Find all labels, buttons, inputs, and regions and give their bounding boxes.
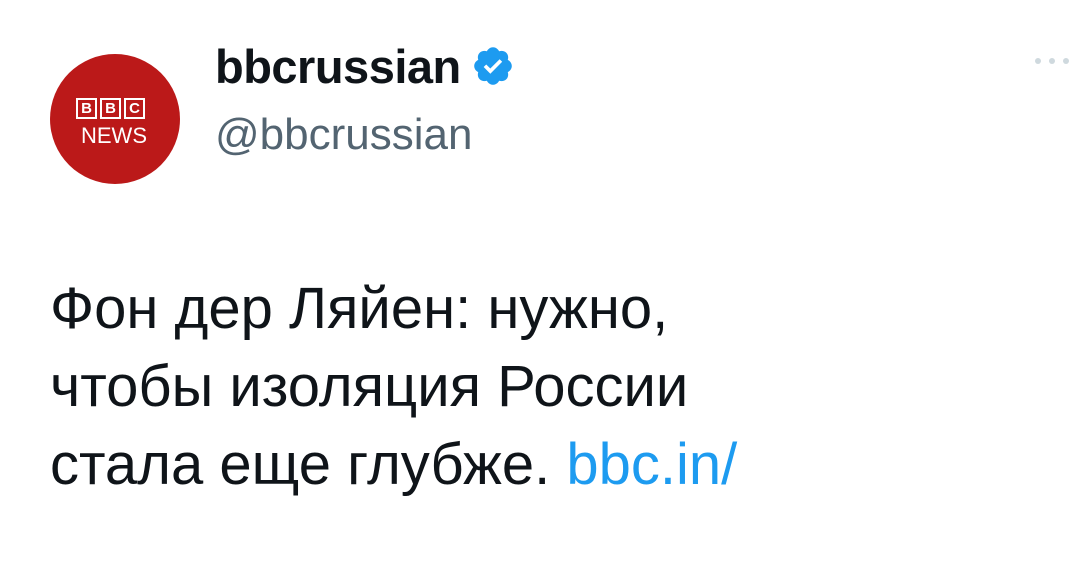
tweet-text-line-3: стала еще глубже.	[50, 432, 551, 497]
bbc-logo-news-text: NEWS	[81, 123, 147, 148]
tweet-text: Фон дер Ляйен: нужно, чтобы изоляция Рос…	[50, 270, 1050, 504]
bbc-logo-letter-b1: B	[76, 98, 97, 119]
tweet-text-line-3-wrapper: стала еще глубже. bbc.in/	[50, 426, 1050, 504]
author-handle[interactable]: @bbcrussian	[215, 110, 472, 160]
tweet-text-line-2: чтобы изоляция России	[50, 354, 689, 419]
author-display-name[interactable]: bbcrussian	[215, 39, 461, 94]
bbc-logo: B B C	[76, 98, 145, 119]
tweet-text-line-1: Фон дер Ляйен: нужно,	[50, 276, 669, 341]
verified-badge-icon	[471, 44, 515, 88]
tweet-link[interactable]: bbc.in/	[566, 432, 737, 497]
tweet-card: B B C NEWS bbcrussian @bbcrussian Фон де…	[0, 0, 1087, 587]
more-options-icon[interactable]	[1030, 46, 1074, 76]
author-name-row: bbcrussian	[215, 36, 515, 96]
bbc-logo-letter-b2: B	[100, 98, 121, 119]
avatar[interactable]: B B C NEWS	[50, 54, 180, 184]
bbc-logo-letter-c: C	[124, 98, 145, 119]
